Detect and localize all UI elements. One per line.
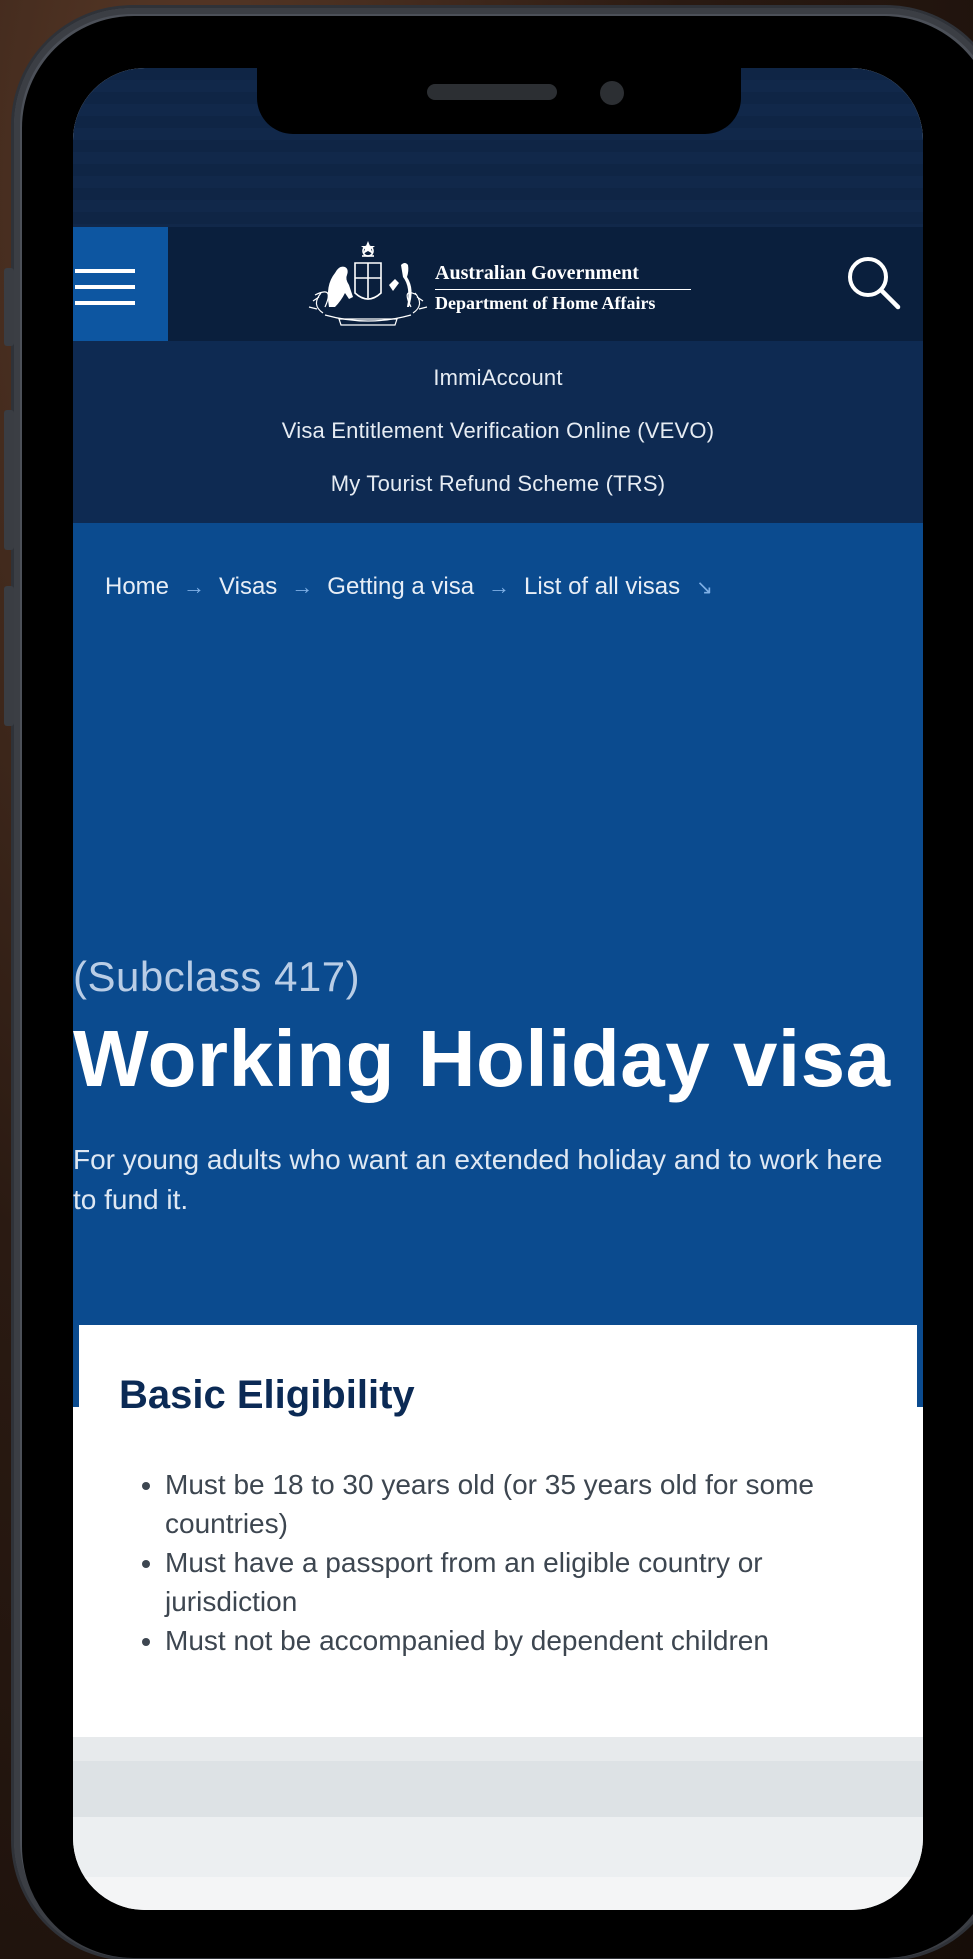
eligibility-card: Basic Eligibility Must be 18 to 30 years… [79, 1325, 917, 1737]
phone-camera [600, 81, 624, 105]
eligibility-heading: Basic Eligibility [119, 1373, 415, 1417]
breadcrumb-getting-a-visa[interactable]: Getting a visa [327, 573, 474, 601]
gov-department: Department of Home Affairs [435, 293, 656, 313]
page-footer-area [73, 1737, 923, 1910]
gov-title: Australian Government [435, 261, 691, 290]
breadcrumb-list-of-all-visas[interactable]: List of all visas [524, 573, 680, 601]
breadcrumb-visas[interactable]: Visas [219, 573, 277, 601]
card-edge [917, 1325, 923, 1407]
card-edge [917, 1407, 923, 1737]
hamburger-menu-icon [75, 269, 135, 273]
search-button[interactable] [844, 253, 904, 313]
hamburger-menu-icon-bar [75, 301, 135, 305]
phone-speaker [427, 84, 557, 100]
phone-volume-up-button [4, 410, 14, 550]
phone-mute-switch [4, 268, 14, 346]
eligibility-item: Must have a passport from an eligible co… [165, 1543, 885, 1621]
hamburger-menu-icon-bar [75, 285, 135, 289]
quick-links-bar: ImmiAccount Visa Entitlement Verificatio… [73, 341, 923, 523]
visa-subclass: (Subclass 417) [73, 953, 361, 1000]
breadcrumb-arrow-icon: → [291, 574, 314, 599]
phone-screen: Australian Government Department of Home… [73, 68, 923, 1910]
page-title: Working Holiday visa [73, 1014, 891, 1103]
phone-notch [257, 68, 741, 134]
quick-link-immiaccount[interactable]: ImmiAccount [73, 351, 923, 404]
eligibility-item: Must not be accompanied by dependent chi… [165, 1621, 885, 1660]
breadcrumb: Home → Visas → Getting a visa → List of … [105, 573, 713, 601]
search-icon [848, 257, 901, 310]
breadcrumb-dropdown-icon[interactable]: ↘ [696, 575, 713, 600]
eligibility-list: Must be 18 to 30 years old (or 35 years … [119, 1465, 885, 1660]
government-wordmark: Australian Government Department of Home… [435, 261, 691, 316]
breadcrumb-arrow-icon: → [183, 574, 206, 599]
quick-link-vevo[interactable]: Visa Entitlement Verification Online (VE… [73, 404, 923, 457]
hero-banner: Home → Visas → Getting a visa → List of … [73, 523, 923, 1325]
breadcrumb-arrow-icon: → [488, 574, 511, 599]
phone-volume-down-button [4, 586, 14, 726]
site-header: Australian Government Department of Home… [73, 227, 923, 341]
menu-button[interactable] [73, 227, 168, 341]
page-description: For young adults who want an extended ho… [73, 1144, 883, 1215]
breadcrumb-home[interactable]: Home [105, 573, 169, 601]
quick-link-trs[interactable]: My Tourist Refund Scheme (TRS) [73, 457, 923, 510]
coat-of-arms-icon[interactable] [305, 235, 431, 331]
eligibility-item: Must be 18 to 30 years old (or 35 years … [165, 1465, 885, 1543]
